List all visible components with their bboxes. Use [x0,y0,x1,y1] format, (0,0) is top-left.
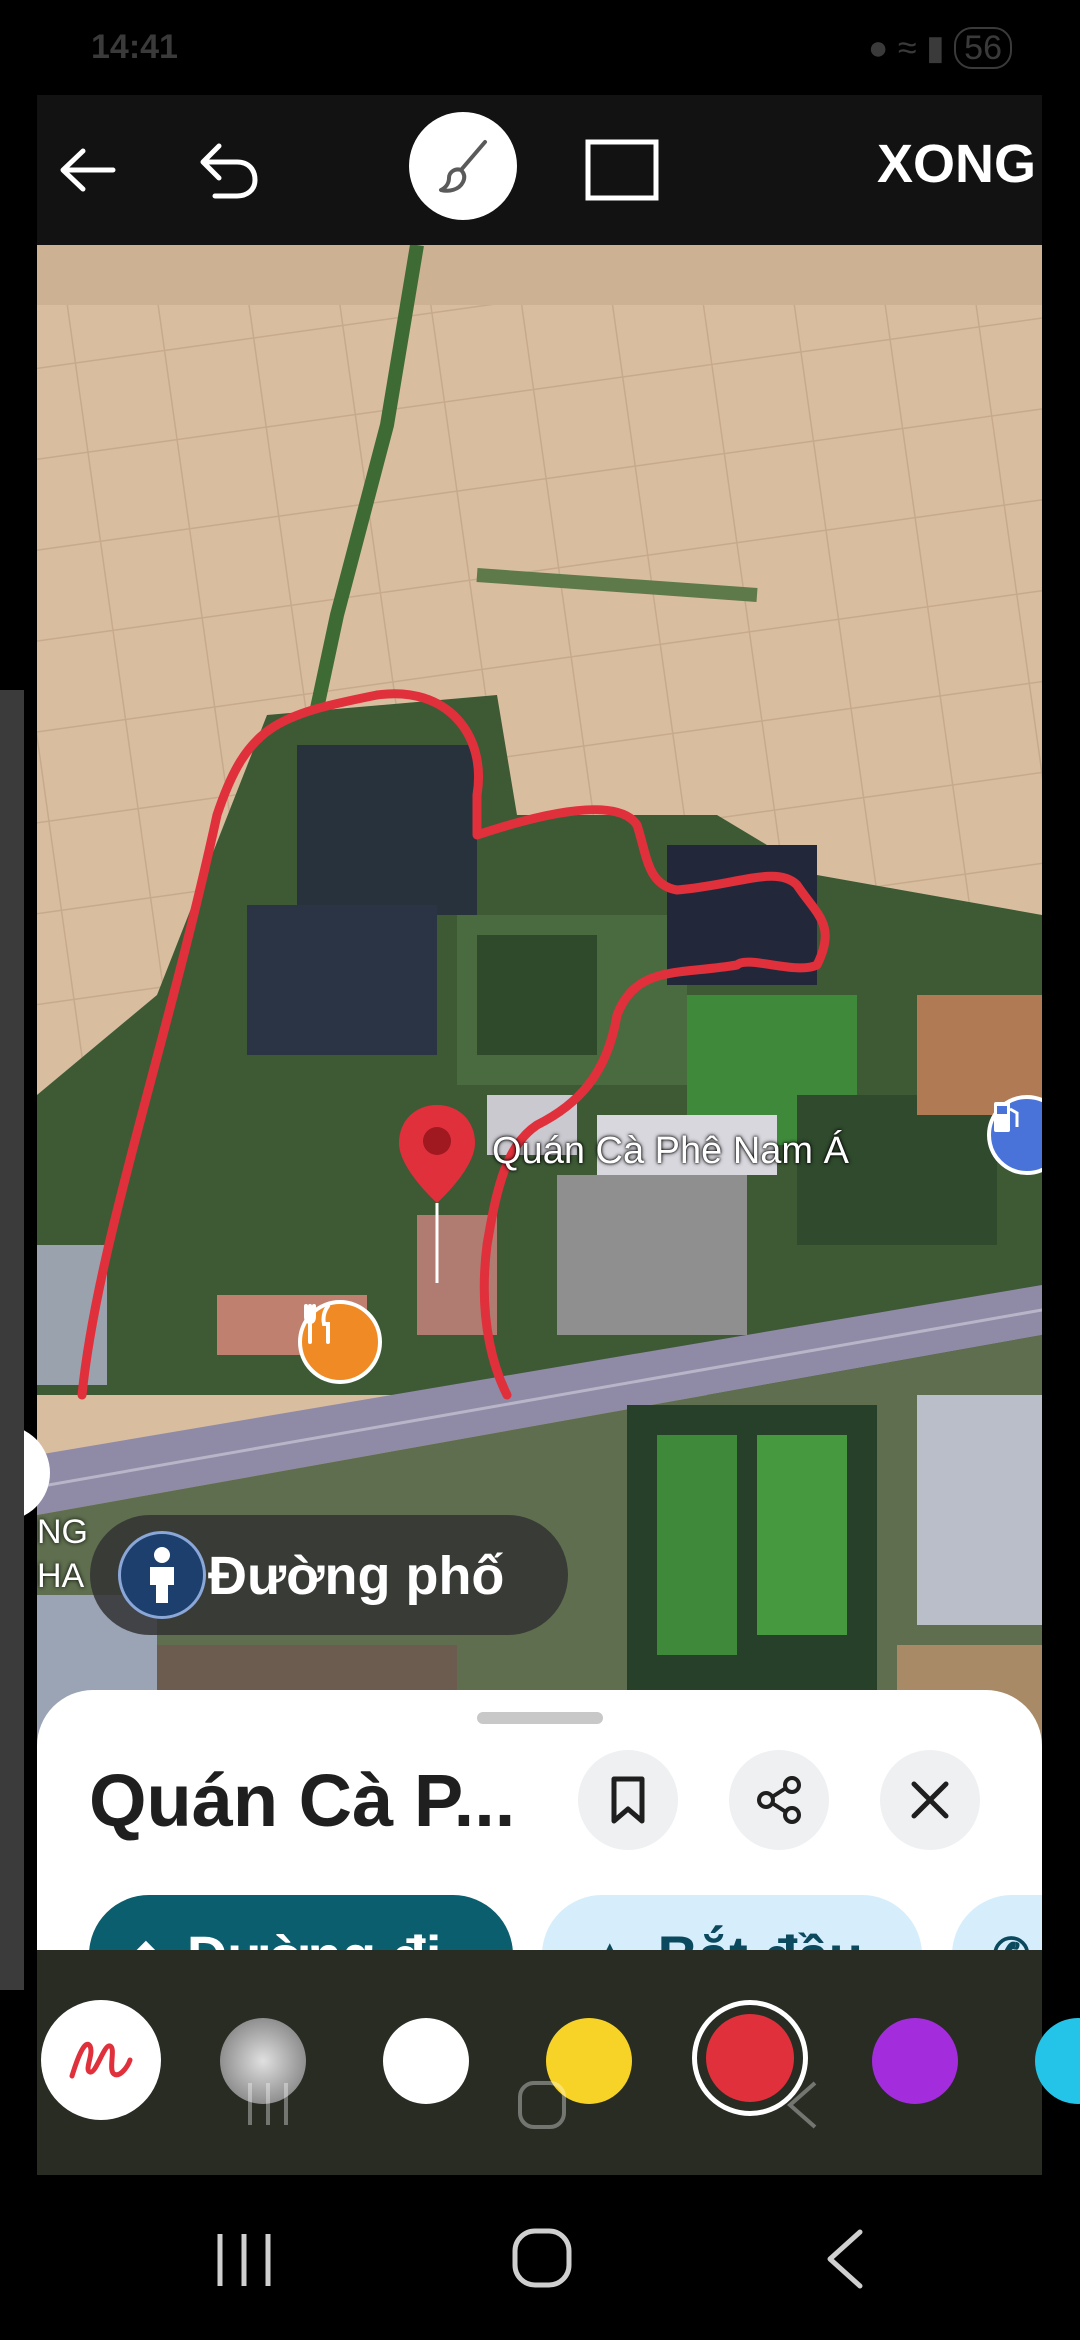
street-view-button[interactable]: Đường phố [90,1515,568,1635]
undo-button[interactable] [177,120,277,220]
place-title: Quán Cà P... [89,1759,516,1842]
recent-apps-button[interactable] [210,2230,280,2300]
color-swatch-cyan[interactable] [1035,2018,1080,2104]
pen-color-bar [37,1950,1080,2175]
nav-back-icon [827,2229,863,2289]
recent-apps-icon [217,2234,271,2286]
directions-button[interactable]: ◆ Đường đi [89,1895,513,1950]
start-label: Bắt đầu [658,1923,863,1951]
street-view-label: Đường phố [208,1546,505,1606]
phone-icon: ✆ [992,1928,1031,1950]
inner-nav-ghost [230,2075,830,2135]
status-icons: ● ≈ ▮ 56 [867,27,1012,69]
share-icon [757,1776,801,1824]
place-pin-icon[interactable] [397,1103,477,1293]
location-icon: ● [867,29,889,67]
share-button[interactable] [729,1750,829,1850]
signal-icon: ▮ [926,29,945,67]
directions-label: Đường đi [187,1923,442,1951]
street-view-person-icon [118,1531,206,1619]
markup-toolbar: XONG [37,95,1042,245]
done-label[interactable]: XONG [877,133,1036,195]
battery-level: 56 [954,27,1012,69]
bookmark-icon [611,1776,645,1824]
nav-back-button[interactable] [820,2226,880,2292]
wifi-icon: ≈ [897,29,917,67]
place-bottom-sheet[interactable]: Quán Cà P... ◆ Đường đi ▲ Bắt đầu ✆ [37,1690,1042,1950]
back-arrow-icon [60,148,116,192]
scribble-icon [69,2042,133,2079]
crop-tool-button[interactable] [572,120,672,220]
undo-icon [200,143,258,199]
save-button[interactable] [578,1750,678,1850]
call-button[interactable]: ✆ [952,1895,1042,1950]
sheet-drag-handle[interactable] [477,1712,603,1724]
status-bar: 14:41 ● ≈ ▮ 56 [37,0,1042,95]
back-button[interactable] [37,120,137,220]
close-icon [911,1781,949,1819]
color-swatch-purple[interactable] [872,2018,958,2104]
home-button[interactable] [510,2226,574,2290]
status-time: 14:41 [91,28,178,66]
left-panel-edge [0,690,24,1990]
restaurant-marker-icon[interactable] [298,1300,382,1384]
start-button[interactable]: ▲ Bắt đầu [542,1895,922,1950]
system-navigation-bar [0,2180,1080,2340]
pen-tool-button[interactable] [409,112,517,220]
edge-label-bottom: HA [37,1557,85,1595]
rectangle-icon [585,139,659,201]
edge-label-top: NG [37,1513,88,1551]
pen-style-button[interactable] [41,2000,161,2120]
navigation-arrow-icon: ▲ [588,1930,632,1950]
home-icon [512,2228,572,2288]
directions-icon: ◆ [129,1930,163,1951]
close-button[interactable] [880,1750,980,1850]
brush-icon [439,140,487,193]
place-name-label[interactable]: Quán Cà Phê Nam Á [492,1130,849,1173]
